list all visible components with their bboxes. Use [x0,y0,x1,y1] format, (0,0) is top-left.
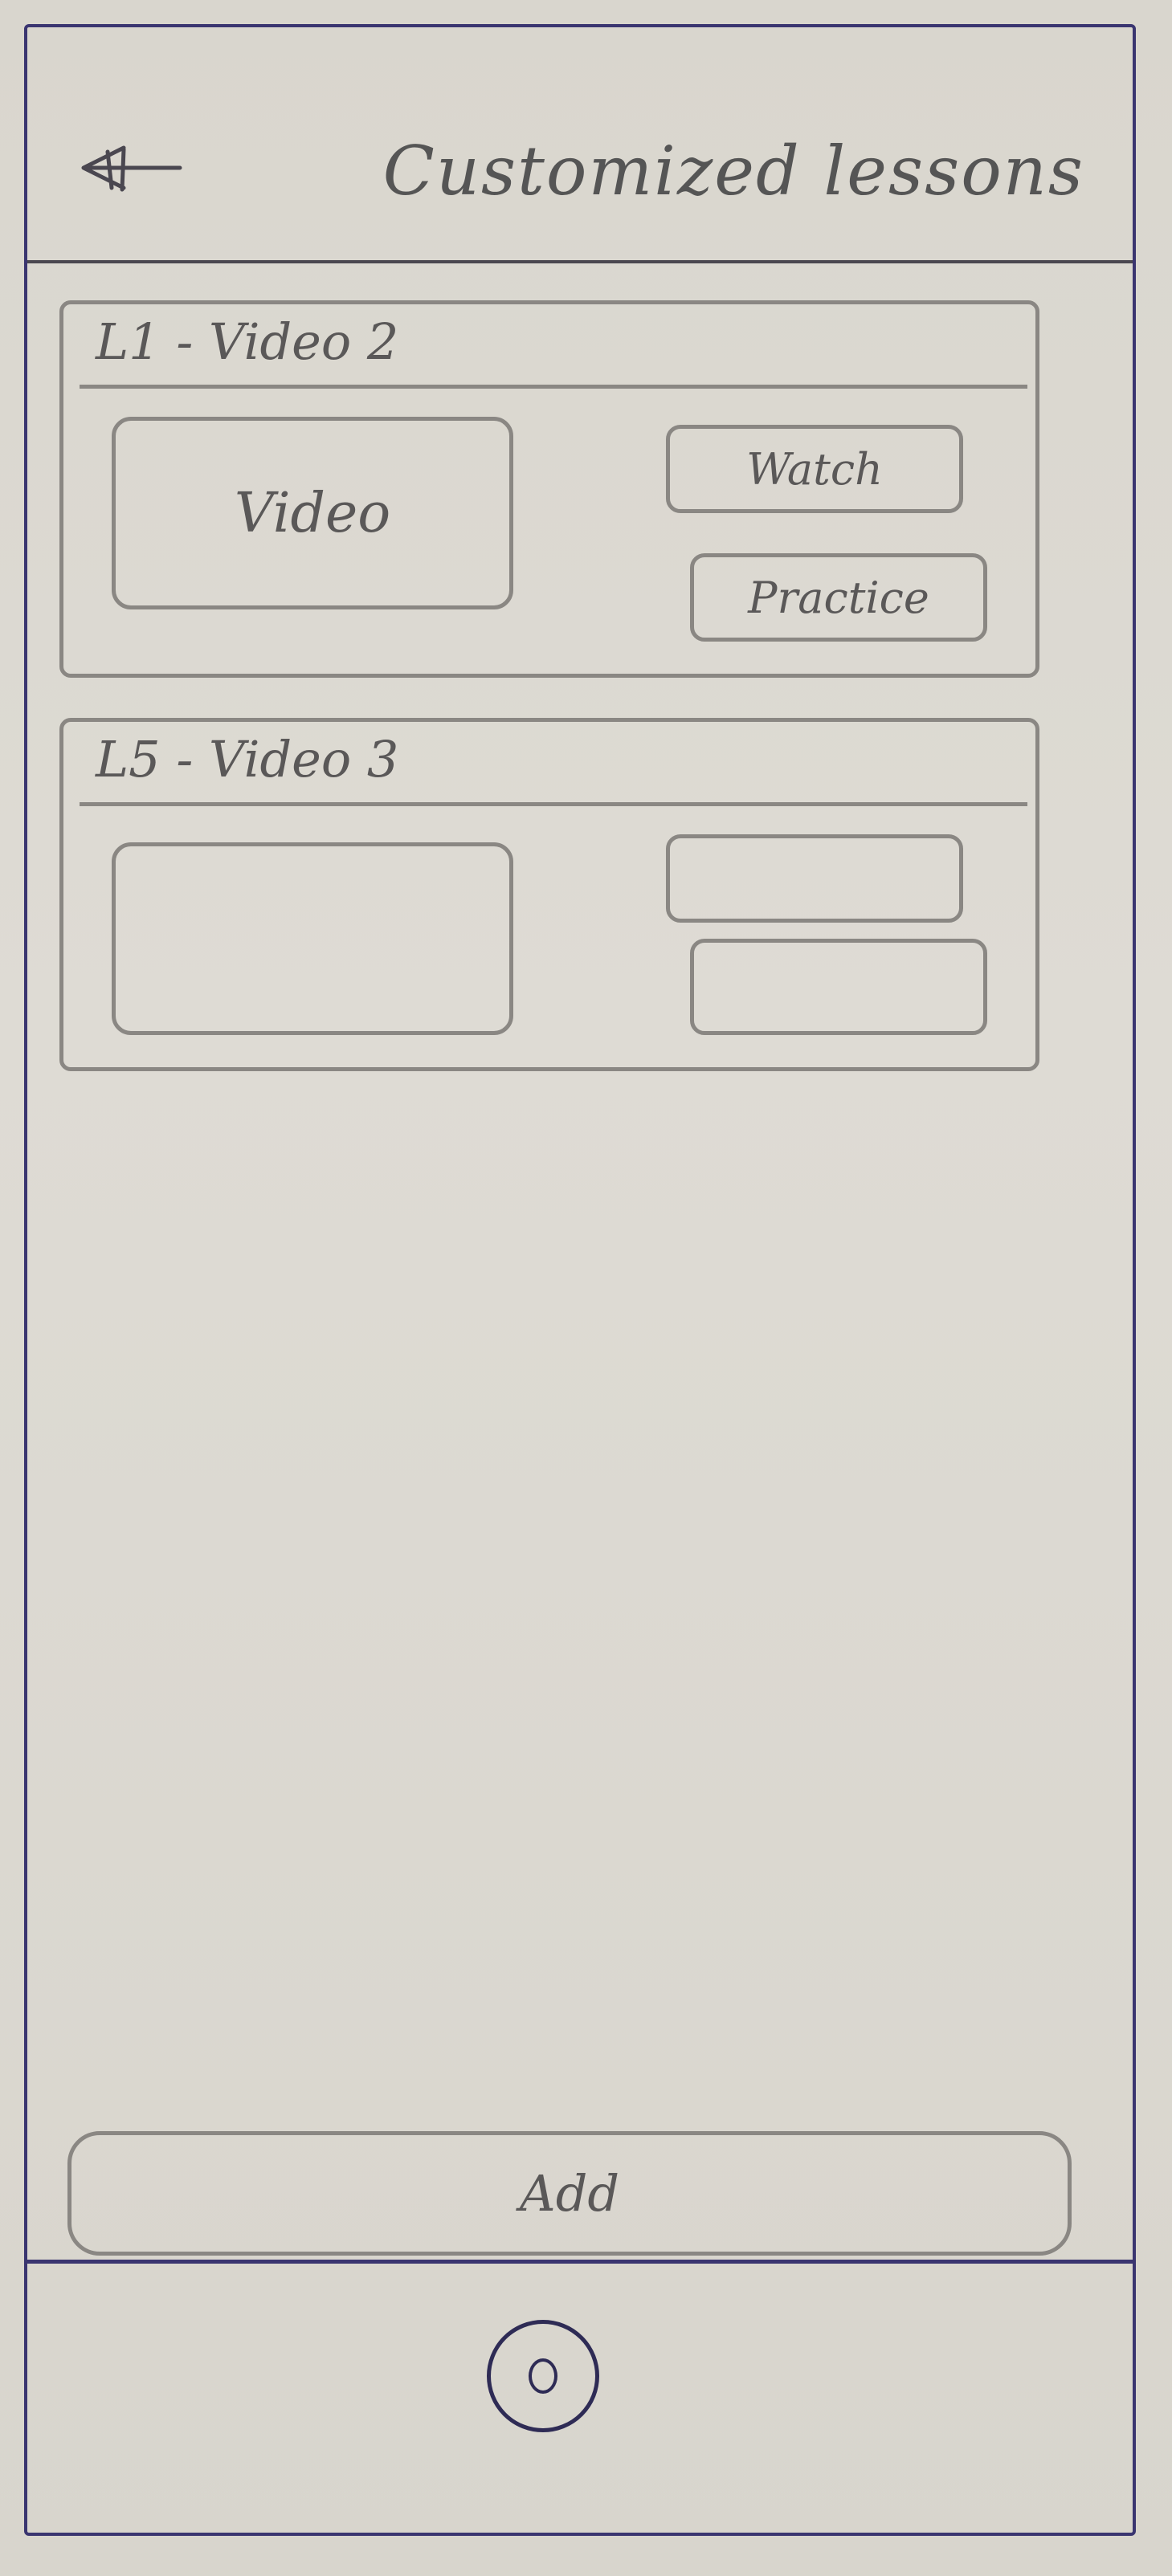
practice-button[interactable]: Practice [690,553,987,642]
video-thumbnail[interactable] [112,842,513,1035]
home-button-icon[interactable] [487,2320,599,2432]
video-thumbnail[interactable]: Video [112,417,513,609]
home-inner-circle [529,2358,557,2394]
add-button[interactable]: Add [67,2131,1072,2256]
phone-frame: Customized lessons L1 - Video 2 Video Wa… [24,24,1136,2536]
lesson-title: L5 - Video 3 [96,730,399,789]
lesson-card: L1 - Video 2 Video Watch Practice [59,300,1039,678]
back-arrow-icon[interactable] [76,140,188,196]
watch-button[interactable] [666,834,963,923]
app-header: Customized lessons [27,27,1133,263]
card-divider [80,802,1027,806]
lesson-card: L5 - Video 3 [59,718,1039,1071]
watch-button[interactable]: Watch [666,425,963,513]
page-title: Customized lessons [382,132,1084,210]
lesson-title: L1 - Video 2 [96,312,399,371]
card-divider [80,385,1027,389]
paper-background: Customized lessons L1 - Video 2 Video Wa… [0,0,1172,2576]
bottom-nav-bar [27,2260,1133,2533]
practice-button[interactable] [690,939,987,1035]
